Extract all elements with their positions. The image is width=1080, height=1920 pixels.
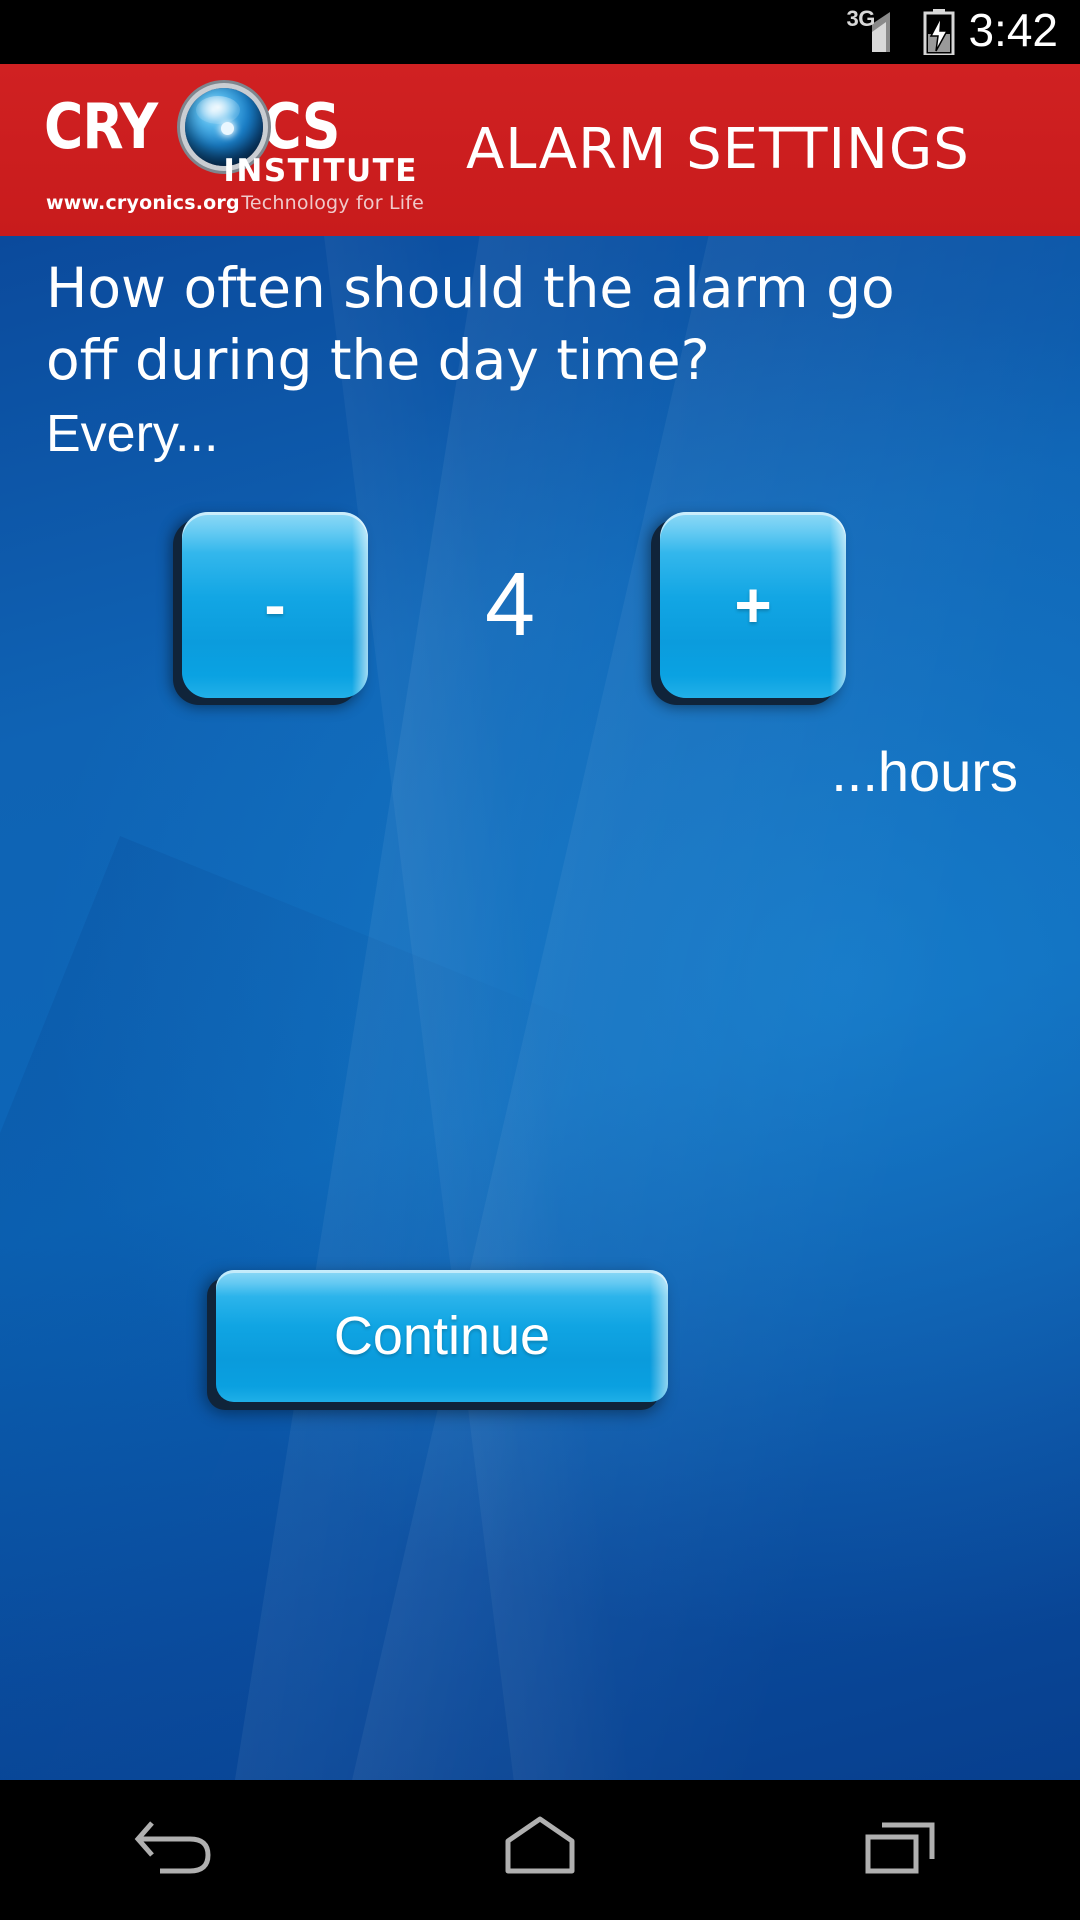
continue-button[interactable]: Continue [216,1270,668,1402]
nav-home-button[interactable] [360,1780,720,1920]
android-nav-bar [0,1780,1080,1920]
home-icon [492,1813,588,1888]
status-bar-icons: 3G 3:42 [846,7,1058,57]
logo-tagline: Technology for Life [241,192,424,214]
increment-button-label: + [734,569,772,641]
increment-button[interactable]: + [660,512,846,698]
unit-label: ...hours [831,740,1018,803]
decrement-button-label: - [264,569,286,641]
hours-stepper: - 4 + [0,504,1080,714]
every-label: Every... [46,405,219,463]
signal-bars-icon: 3G [846,6,908,54]
nav-back-button[interactable] [0,1780,360,1920]
logo-footer: www.cryonics.org Technology for Life [46,192,424,214]
background-ray [300,236,652,1780]
decrement-button[interactable]: - [182,512,368,698]
stepper-value: 4 [484,555,536,655]
status-bar-clock: 3:42 [968,4,1058,56]
page-title: ALARM SETTINGS [466,117,970,182]
continue-button-label: Continue [333,1306,551,1366]
background-ray [337,236,1080,1780]
app-header: CRYONICS INSTITUTE www.cryonics.org Tech… [0,64,1080,236]
logo-url: www.cryonics.org [46,192,240,214]
cryonics-institute-logo: CRYONICS INSTITUTE www.cryonics.org Tech… [44,84,424,216]
battery-svg [923,9,955,57]
logo-subtitle: INSTITUTE [223,153,418,189]
recents-svg [865,1822,935,1873]
back-arrow-icon [132,1813,228,1888]
back-arrow-svg [134,1820,211,1873]
status-bar: 3G 3:42 [0,0,1080,64]
home-svg [505,1816,575,1873]
recent-apps-icon [852,1813,948,1888]
background-ray [219,236,739,1780]
question-text: How often should the alarm go off during… [46,256,895,392]
battery-charging-icon [922,9,956,57]
nav-recents-button[interactable] [720,1780,1080,1920]
network-type-label: 3G [846,6,875,31]
main-content: How often should the alarm go off during… [0,236,1080,1780]
phone-screen: 3G 3:42 CRYONICS IN [0,0,1080,1920]
